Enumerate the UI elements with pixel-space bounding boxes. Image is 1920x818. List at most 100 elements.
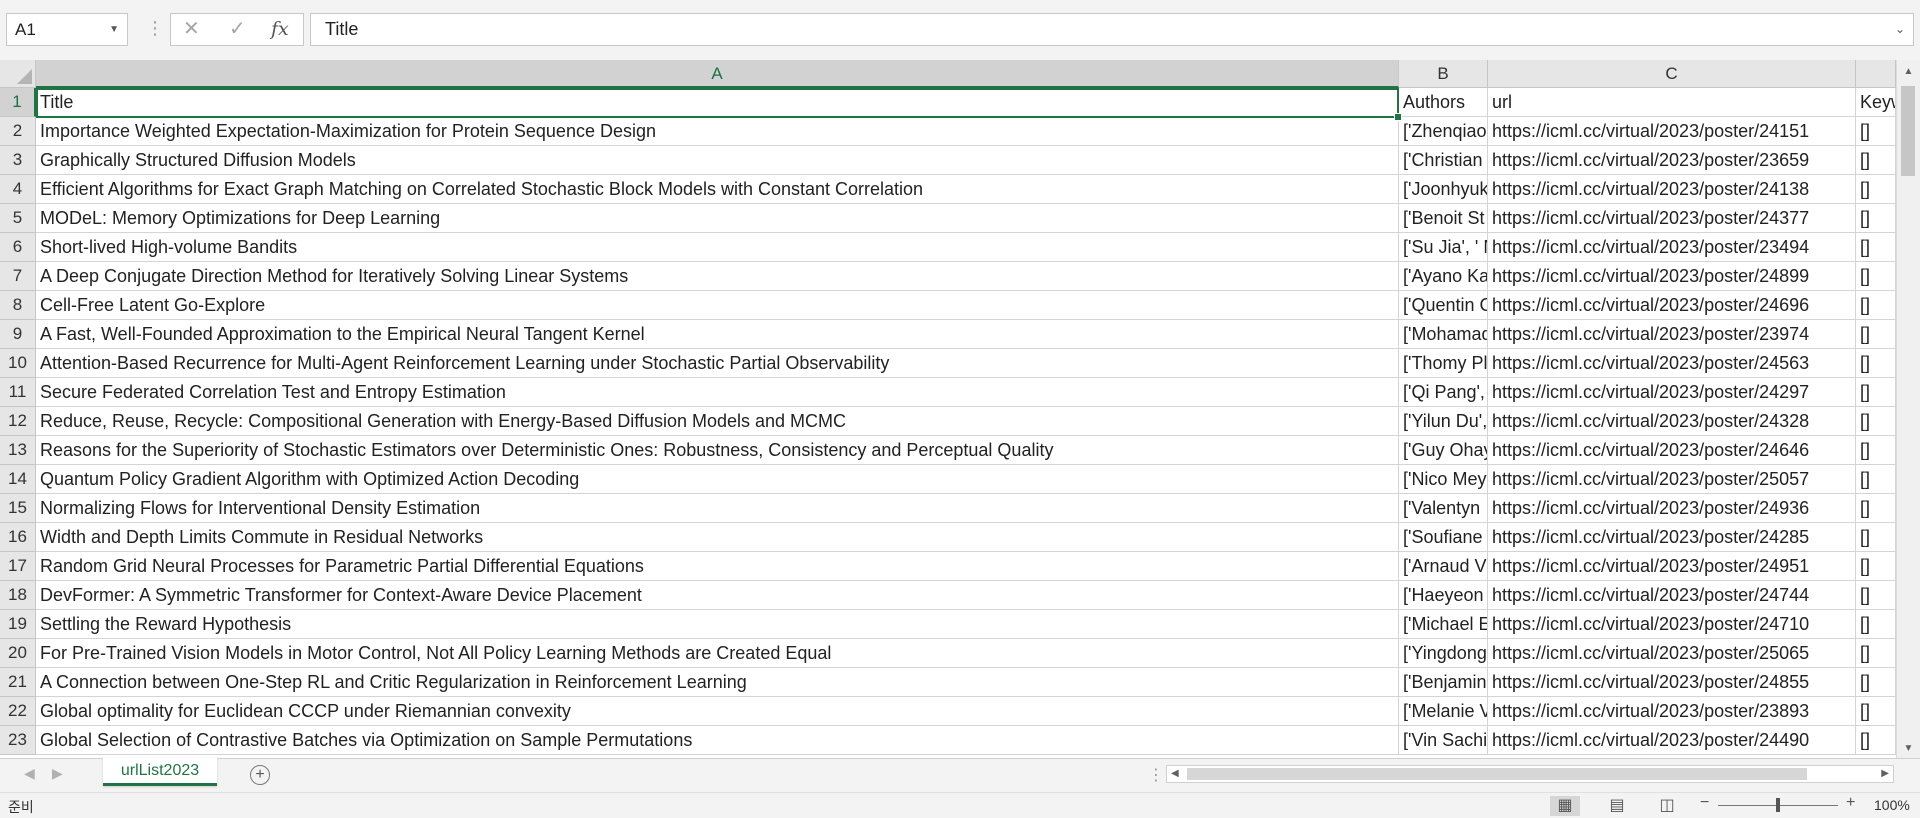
cancel-icon[interactable]: ✕ xyxy=(183,14,200,45)
column-header-d[interactable] xyxy=(1856,60,1896,88)
cell-a-12[interactable]: Reduce, Reuse, Recycle: Compositional Ge… xyxy=(36,407,1399,436)
column-header-b[interactable]: B xyxy=(1399,60,1488,88)
cell-c-12[interactable]: https://icml.cc/virtual/2023/poster/2432… xyxy=(1488,407,1856,436)
page-break-preview-icon[interactable]: ◫ xyxy=(1652,796,1682,816)
row-header[interactable]: 22 xyxy=(0,697,36,726)
cell-a-17[interactable]: Random Grid Neural Processes for Paramet… xyxy=(36,552,1399,581)
select-all-button[interactable] xyxy=(0,60,36,88)
row-header[interactable]: 5 xyxy=(0,204,36,233)
cell-a-11[interactable]: Secure Federated Correlation Test and En… xyxy=(36,378,1399,407)
cell-c-14[interactable]: https://icml.cc/virtual/2023/poster/2505… xyxy=(1488,465,1856,494)
next-sheet-icon[interactable]: ▶ xyxy=(52,765,63,782)
row-header[interactable]: 4 xyxy=(0,175,36,204)
zoom-slider-knob[interactable] xyxy=(1776,798,1780,812)
cell-a-22[interactable]: Global optimality for Euclidean CCCP und… xyxy=(36,697,1399,726)
cell-d-2[interactable]: [] xyxy=(1856,117,1896,146)
cell-b-16[interactable]: ['Soufiane xyxy=(1399,523,1488,552)
row-header[interactable]: 9 xyxy=(0,320,36,349)
horizontal-scroll-thumb[interactable] xyxy=(1187,768,1807,780)
column-header-c[interactable]: C xyxy=(1488,60,1856,88)
page-layout-view-icon[interactable]: ▤ xyxy=(1602,796,1632,816)
cell-b-21[interactable]: ['Benjamin xyxy=(1399,668,1488,697)
row-header[interactable]: 11 xyxy=(0,378,36,407)
column-header-a[interactable]: A xyxy=(36,60,1399,88)
cell-b-20[interactable]: ['Yingdong xyxy=(1399,639,1488,668)
cell-b-10[interactable]: ['Thomy Pl xyxy=(1399,349,1488,378)
row-header[interactable]: 2 xyxy=(0,117,36,146)
cell-a-1[interactable]: Title xyxy=(36,88,1399,117)
cell-d-15[interactable]: [] xyxy=(1856,494,1896,523)
row-header[interactable]: 16 xyxy=(0,523,36,552)
cell-a-15[interactable]: Normalizing Flows for Interventional Den… xyxy=(36,494,1399,523)
cell-a-20[interactable]: For Pre-Trained Vision Models in Motor C… xyxy=(36,639,1399,668)
cell-c-11[interactable]: https://icml.cc/virtual/2023/poster/2429… xyxy=(1488,378,1856,407)
cell-c-21[interactable]: https://icml.cc/virtual/2023/poster/2485… xyxy=(1488,668,1856,697)
cell-d-21[interactable]: [] xyxy=(1856,668,1896,697)
cell-c-19[interactable]: https://icml.cc/virtual/2023/poster/2471… xyxy=(1488,610,1856,639)
cell-b-15[interactable]: ['Valentyn xyxy=(1399,494,1488,523)
vertical-scroll-thumb[interactable] xyxy=(1901,86,1915,176)
cell-a-4[interactable]: Efficient Algorithms for Exact Graph Mat… xyxy=(36,175,1399,204)
cell-a-16[interactable]: Width and Depth Limits Commute in Residu… xyxy=(36,523,1399,552)
cell-c-1[interactable]: url xyxy=(1488,88,1856,117)
cell-d-18[interactable]: [] xyxy=(1856,581,1896,610)
cell-a-23[interactable]: Global Selection of Contrastive Batches … xyxy=(36,726,1399,755)
spreadsheet-grid[interactable]: ▲ ▼ ABC 1TitleAuthorsurlKeyw 2Importance W… xyxy=(0,60,1920,758)
cell-a-14[interactable]: Quantum Policy Gradient Algorithm with O… xyxy=(36,465,1399,494)
add-sheet-icon[interactable]: + xyxy=(250,765,270,785)
cell-b-19[interactable]: ['Michael E xyxy=(1399,610,1488,639)
cell-d-19[interactable]: [] xyxy=(1856,610,1896,639)
cell-d-5[interactable]: [] xyxy=(1856,204,1896,233)
row-header[interactable]: 19 xyxy=(0,610,36,639)
formula-input[interactable]: Title ⌄ xyxy=(310,13,1914,46)
cell-b-4[interactable]: ['Joonhyuk xyxy=(1399,175,1488,204)
scroll-left-icon[interactable]: ◀ xyxy=(1171,766,1179,782)
cell-c-10[interactable]: https://icml.cc/virtual/2023/poster/2456… xyxy=(1488,349,1856,378)
more-options-icon[interactable]: ⋮ xyxy=(146,16,164,40)
row-header[interactable]: 13 xyxy=(0,436,36,465)
cell-b-1[interactable]: Authors xyxy=(1399,88,1488,117)
cell-c-16[interactable]: https://icml.cc/virtual/2023/poster/2428… xyxy=(1488,523,1856,552)
cell-d-11[interactable]: [] xyxy=(1856,378,1896,407)
cell-a-7[interactable]: A Deep Conjugate Direction Method for It… xyxy=(36,262,1399,291)
scroll-up-icon[interactable]: ▲ xyxy=(1897,66,1920,77)
cell-b-7[interactable]: ['Ayano Ka xyxy=(1399,262,1488,291)
sheet-tab-urllist2023[interactable]: urlList2023 xyxy=(103,758,217,786)
cell-c-17[interactable]: https://icml.cc/virtual/2023/poster/2495… xyxy=(1488,552,1856,581)
row-header[interactable]: 10 xyxy=(0,349,36,378)
row-header[interactable]: 6 xyxy=(0,233,36,262)
scroll-right-icon[interactable]: ▶ xyxy=(1881,766,1889,782)
cell-c-23[interactable]: https://icml.cc/virtual/2023/poster/2449… xyxy=(1488,726,1856,755)
cell-b-22[interactable]: ['Melanie V xyxy=(1399,697,1488,726)
cell-a-5[interactable]: MODeL: Memory Optimizations for Deep Lea… xyxy=(36,204,1399,233)
cell-b-23[interactable]: ['Vin Sachi xyxy=(1399,726,1488,755)
cell-d-7[interactable]: [] xyxy=(1856,262,1896,291)
cell-b-6[interactable]: ['Su Jia', ' N xyxy=(1399,233,1488,262)
cell-b-14[interactable]: ['Nico Mey xyxy=(1399,465,1488,494)
cell-c-9[interactable]: https://icml.cc/virtual/2023/poster/2397… xyxy=(1488,320,1856,349)
cell-b-11[interactable]: ['Qi Pang', xyxy=(1399,378,1488,407)
cell-d-17[interactable]: [] xyxy=(1856,552,1896,581)
cell-d-16[interactable]: [] xyxy=(1856,523,1896,552)
row-header[interactable]: 15 xyxy=(0,494,36,523)
cell-b-13[interactable]: ['Guy Ohay xyxy=(1399,436,1488,465)
cell-a-3[interactable]: Graphically Structured Diffusion Models xyxy=(36,146,1399,175)
insert-function-icon[interactable]: fx xyxy=(271,14,289,45)
cell-c-6[interactable]: https://icml.cc/virtual/2023/poster/2349… xyxy=(1488,233,1856,262)
zoom-out-icon[interactable]: − xyxy=(1700,794,1709,812)
cell-d-3[interactable]: [] xyxy=(1856,146,1896,175)
zoom-level[interactable]: 100% xyxy=(1874,797,1910,813)
cell-c-3[interactable]: https://icml.cc/virtual/2023/poster/2365… xyxy=(1488,146,1856,175)
row-header[interactable]: 23 xyxy=(0,726,36,755)
cell-d-22[interactable]: [] xyxy=(1856,697,1896,726)
name-box[interactable]: A1 ▼ xyxy=(6,13,128,46)
cell-d-1[interactable]: Keyw xyxy=(1856,88,1896,117)
cell-d-4[interactable]: [] xyxy=(1856,175,1896,204)
cell-b-3[interactable]: ['Christian xyxy=(1399,146,1488,175)
row-header[interactable]: 7 xyxy=(0,262,36,291)
cell-c-18[interactable]: https://icml.cc/virtual/2023/poster/2474… xyxy=(1488,581,1856,610)
cell-d-8[interactable]: [] xyxy=(1856,291,1896,320)
cell-d-20[interactable]: [] xyxy=(1856,639,1896,668)
cell-d-13[interactable]: [] xyxy=(1856,436,1896,465)
zoom-in-icon[interactable]: + xyxy=(1846,794,1855,812)
